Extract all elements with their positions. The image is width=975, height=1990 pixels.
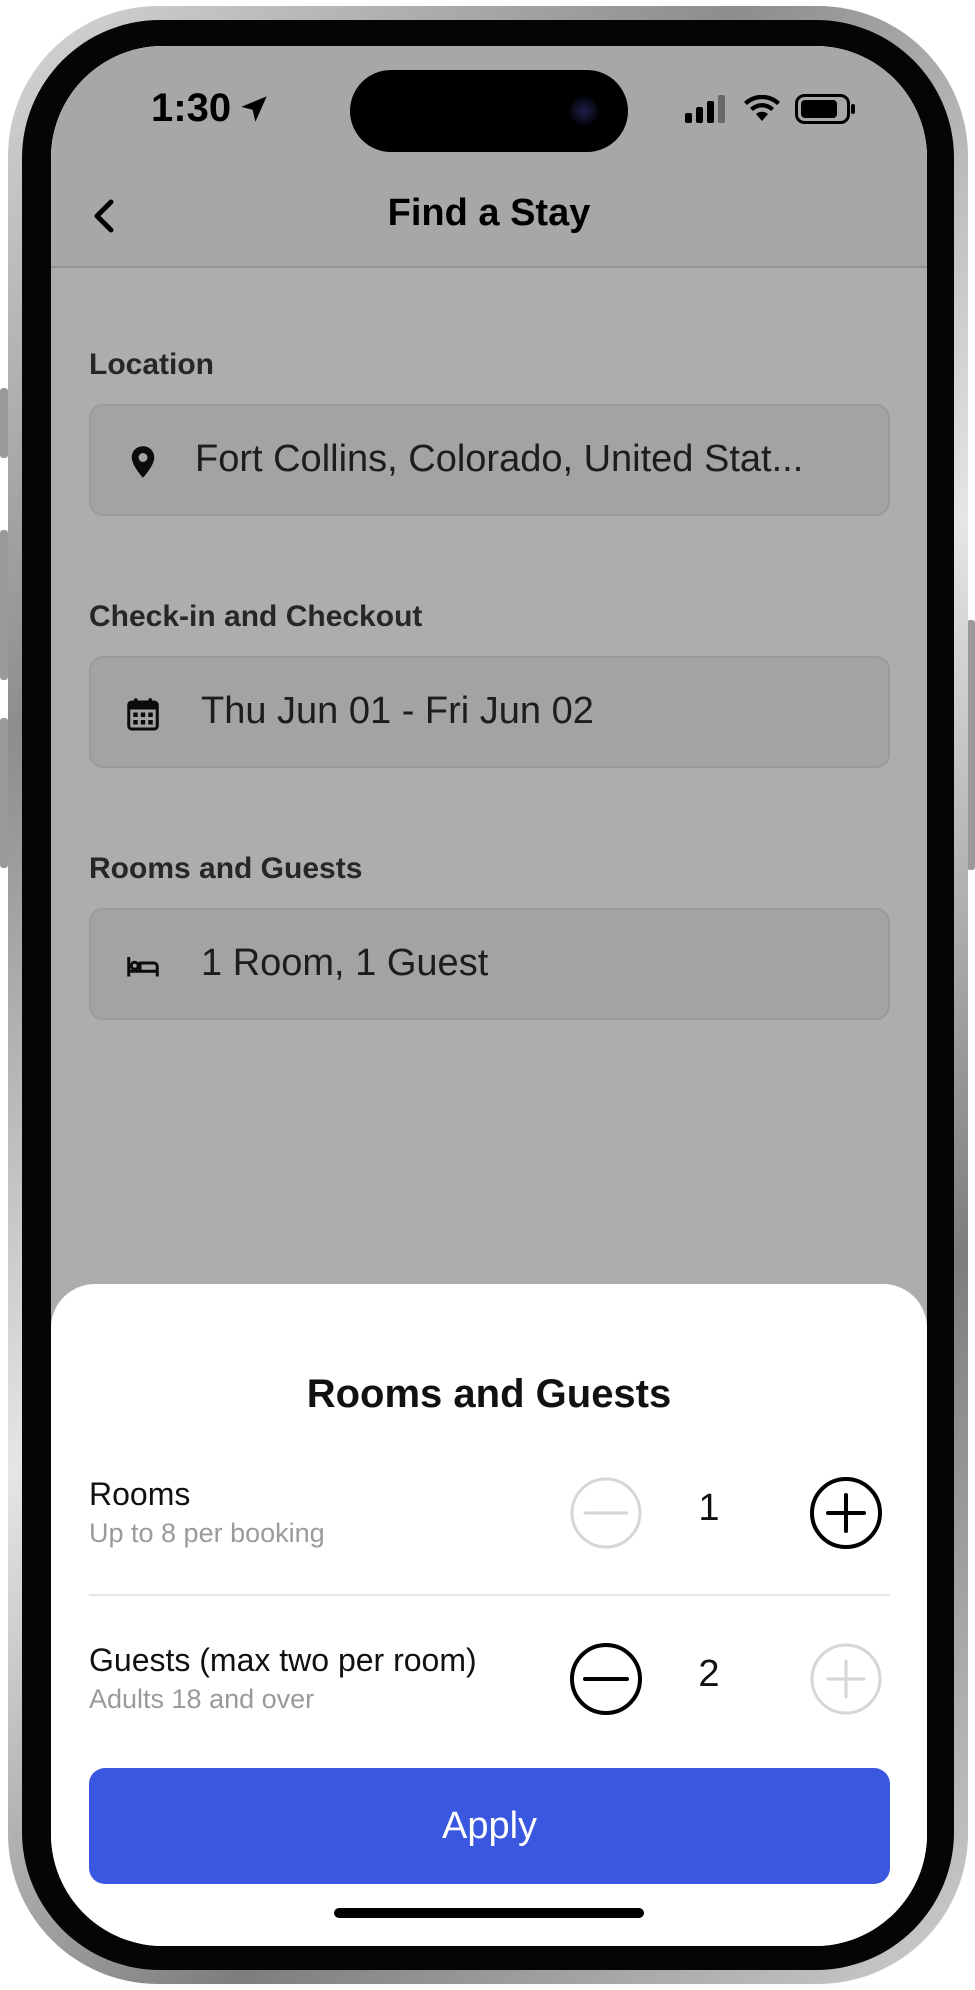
apply-button[interactable]: Apply [89,1768,890,1884]
screen: 1:30 Find a Stay Location Fort Collins, … [51,46,927,1946]
guests-subtitle: Adults 18 and over [89,1684,315,1714]
power-button [967,620,975,870]
volume-down-button [0,718,8,868]
rooms-guests-sheet: Rooms and Guests Rooms Up to 8 per booki… [51,1284,927,1946]
guests-increment-button[interactable] [809,1642,883,1716]
rooms-increment-button[interactable] [809,1476,883,1550]
rooms-count: 1 [698,1487,720,1529]
apply-button-label: Apply [441,1804,538,1847]
home-indicator[interactable] [334,1908,644,1918]
action-button [0,388,8,458]
guests-count: 2 [698,1653,720,1695]
guests-title: Guests (max two per room) [89,1642,477,1678]
rooms-decrement-button[interactable] [569,1476,643,1550]
guests-decrement-button[interactable] [569,1642,643,1716]
sheet-title: Rooms and Guests [306,1372,672,1416]
volume-up-button [0,530,8,680]
row-divider [89,1594,890,1596]
rooms-subtitle: Up to 8 per booking [89,1518,325,1548]
rooms-title: Rooms [89,1476,191,1512]
